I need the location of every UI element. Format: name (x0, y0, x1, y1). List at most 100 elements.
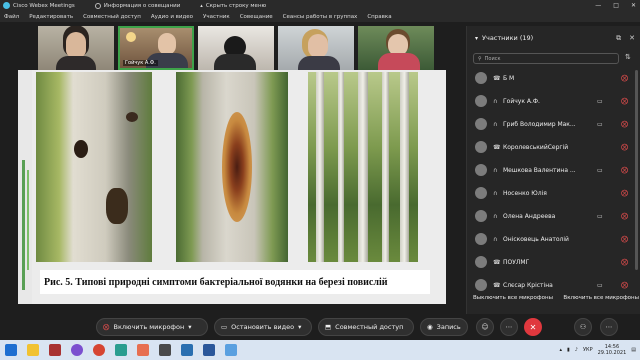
birch-wound-photo (176, 72, 288, 262)
window-controls: — □ ✕ (595, 0, 636, 11)
clock[interactable]: 14:56 29.10.2021 (598, 344, 627, 356)
mic-muted-icon[interactable]: ⨂ (621, 235, 628, 243)
video-tile[interactable] (38, 26, 114, 70)
chevron-up-icon[interactable]: ▴ (560, 347, 563, 353)
windows-start-icon[interactable] (5, 344, 17, 356)
app-icon[interactable] (225, 344, 237, 356)
record-button[interactable]: ◉ Запись (420, 318, 468, 336)
mute-all-button[interactable]: Выключить все микрофоны (473, 295, 553, 301)
participant-row[interactable]: ☎ КоролевськийСергій ⨂ (467, 137, 640, 157)
reactions-button[interactable]: ☺ (476, 318, 494, 336)
keyboard-language[interactable]: УКР (583, 347, 593, 353)
mic-muted-icon[interactable]: ⨂ (621, 281, 628, 289)
mic-muted-icon[interactable]: ⨂ (621, 143, 628, 151)
video-tile[interactable] (358, 26, 434, 70)
minimize-button[interactable]: — (595, 2, 601, 9)
search-icon: ⚲ (478, 55, 482, 62)
avatar (475, 187, 487, 199)
more-options-button[interactable]: ⋯ (500, 318, 518, 336)
chrome-icon[interactable] (93, 344, 105, 356)
menu-file[interactable]: Файл (4, 14, 19, 20)
participant-row[interactable]: ∩ Носенко Юлія ⨂ (467, 183, 640, 203)
more-panels-button[interactable]: ⋯ (600, 318, 618, 336)
participant-row[interactable]: ∩ Онісковець Анатолій ⨂ (467, 229, 640, 249)
participants-toggle-button[interactable]: ⚇ (574, 318, 592, 336)
participant-name: КоролевськийСергій (503, 143, 569, 151)
stop-video-button[interactable]: ▭ Остановить видео ▾ (214, 318, 312, 336)
headset-icon: ∩ (493, 235, 498, 243)
phone-icon: ☎ (493, 281, 501, 289)
participant-search-input[interactable]: ⚲ Поиск (473, 53, 619, 64)
menu-bar: Файл Редактировать Совместный доступ Ауд… (0, 11, 640, 22)
participant-row[interactable]: ∩ Гриб Володимир Мак... ▭ ⨂ (467, 114, 640, 134)
app-icon[interactable] (159, 344, 171, 356)
mic-muted-icon[interactable]: ⨂ (621, 189, 628, 197)
file-explorer-icon[interactable] (27, 344, 39, 356)
mic-muted-icon[interactable]: ⨂ (621, 74, 628, 82)
menu-share[interactable]: Совместный доступ (83, 14, 141, 20)
menu-breakout[interactable]: Сеансы работы в группах (283, 14, 358, 20)
participant-head (308, 34, 328, 58)
share-button-label: Совместный доступ (335, 323, 404, 331)
app-icon[interactable] (181, 344, 193, 356)
menu-meeting[interactable]: Совещание (240, 14, 273, 20)
info-icon (94, 2, 101, 9)
participants-header: ▾ Участники (19) ⧉ ✕ (467, 31, 640, 45)
panel-header-actions: ⧉ ✕ (616, 34, 635, 43)
more-icon: ⋯ (505, 323, 513, 331)
menu-edit[interactable]: Редактировать (29, 14, 73, 20)
participant-row[interactable]: ∩ Мешкова Валентина ... ▭ ⨂ (467, 160, 640, 180)
close-panel-icon[interactable]: ✕ (629, 34, 635, 43)
app-icon[interactable] (115, 344, 127, 356)
share-button[interactable]: ⬒ Совместный доступ (318, 318, 414, 336)
headset-icon: ∩ (493, 97, 498, 105)
menu-participant[interactable]: Участник (203, 14, 230, 20)
maximize-button[interactable]: □ (613, 2, 619, 9)
video-tile-active-speaker[interactable]: Гойчук А.Ф. (118, 26, 194, 70)
mic-muted-icon[interactable]: ⨂ (621, 120, 628, 128)
mic-muted-icon[interactable]: ⨂ (621, 97, 628, 105)
clock-date: 29.10.2021 (597, 350, 627, 356)
close-icon: ✕ (529, 322, 537, 332)
webex-logo-icon (3, 2, 10, 9)
share-screen-icon: ⬒ (325, 323, 332, 331)
participant-row[interactable]: ∩ Олена Андреева ▭ ⨂ (467, 206, 640, 226)
phone-icon: ☎ (493, 258, 501, 266)
record-button-label: Запись (436, 323, 461, 331)
chevron-down-icon[interactable]: ▾ (298, 323, 301, 331)
network-icon[interactable]: ▮ (567, 347, 570, 353)
birch-forest-photo (308, 72, 418, 262)
word-icon[interactable] (203, 344, 215, 356)
chevron-down-icon[interactable]: ▾ (475, 35, 478, 42)
meeting-info-button[interactable]: Информация о совещании (94, 2, 180, 9)
video-tile[interactable] (198, 26, 274, 70)
mic-muted-icon[interactable]: ⨂ (621, 258, 628, 266)
close-button[interactable]: ✕ (631, 2, 636, 9)
participant-row[interactable]: ☎ Б М ⨂ (467, 68, 640, 88)
sort-icon[interactable]: ⇅ (625, 53, 631, 61)
participant-row[interactable]: ∩ Гойчук А.Ф. ▭ ⨂ (467, 91, 640, 111)
mic-button-label: Включить микрофон (113, 323, 185, 331)
participant-row[interactable]: ☎ ПОУЛМГ ⨂ (467, 252, 640, 272)
avatar (475, 256, 487, 268)
hide-menu-label: Скрыть строку меню (205, 2, 267, 9)
unmute-all-button[interactable]: Включить все микрофоны (563, 295, 639, 301)
mic-muted-icon[interactable]: ⨂ (621, 166, 628, 174)
menu-audio-video[interactable]: Аудио и видео (151, 14, 193, 20)
camera-icon: ▭ (597, 166, 603, 174)
mic-muted-icon[interactable]: ⨂ (621, 212, 628, 220)
app-icon[interactable] (49, 344, 61, 356)
unmute-mic-button[interactable]: ⨂ Включить микрофон ▾ (96, 318, 208, 336)
leave-meeting-button[interactable]: ✕ (524, 318, 542, 336)
volume-icon[interactable]: ♪ (575, 347, 578, 353)
chevron-down-icon[interactable]: ▾ (188, 323, 191, 331)
participant-row[interactable]: ☎ Слєсар Крістіна ▭ ⨂ (467, 275, 640, 295)
popout-icon[interactable]: ⧉ (616, 34, 621, 43)
vlc-icon[interactable] (137, 344, 149, 356)
hide-menu-button[interactable]: ▴ Скрыть строку меню (200, 3, 266, 9)
video-tile[interactable] (278, 26, 354, 70)
menu-help[interactable]: Справка (367, 14, 391, 20)
notifications-icon[interactable]: ▤ (631, 347, 636, 353)
viber-icon[interactable] (71, 344, 83, 356)
tree-trunk (338, 72, 344, 262)
